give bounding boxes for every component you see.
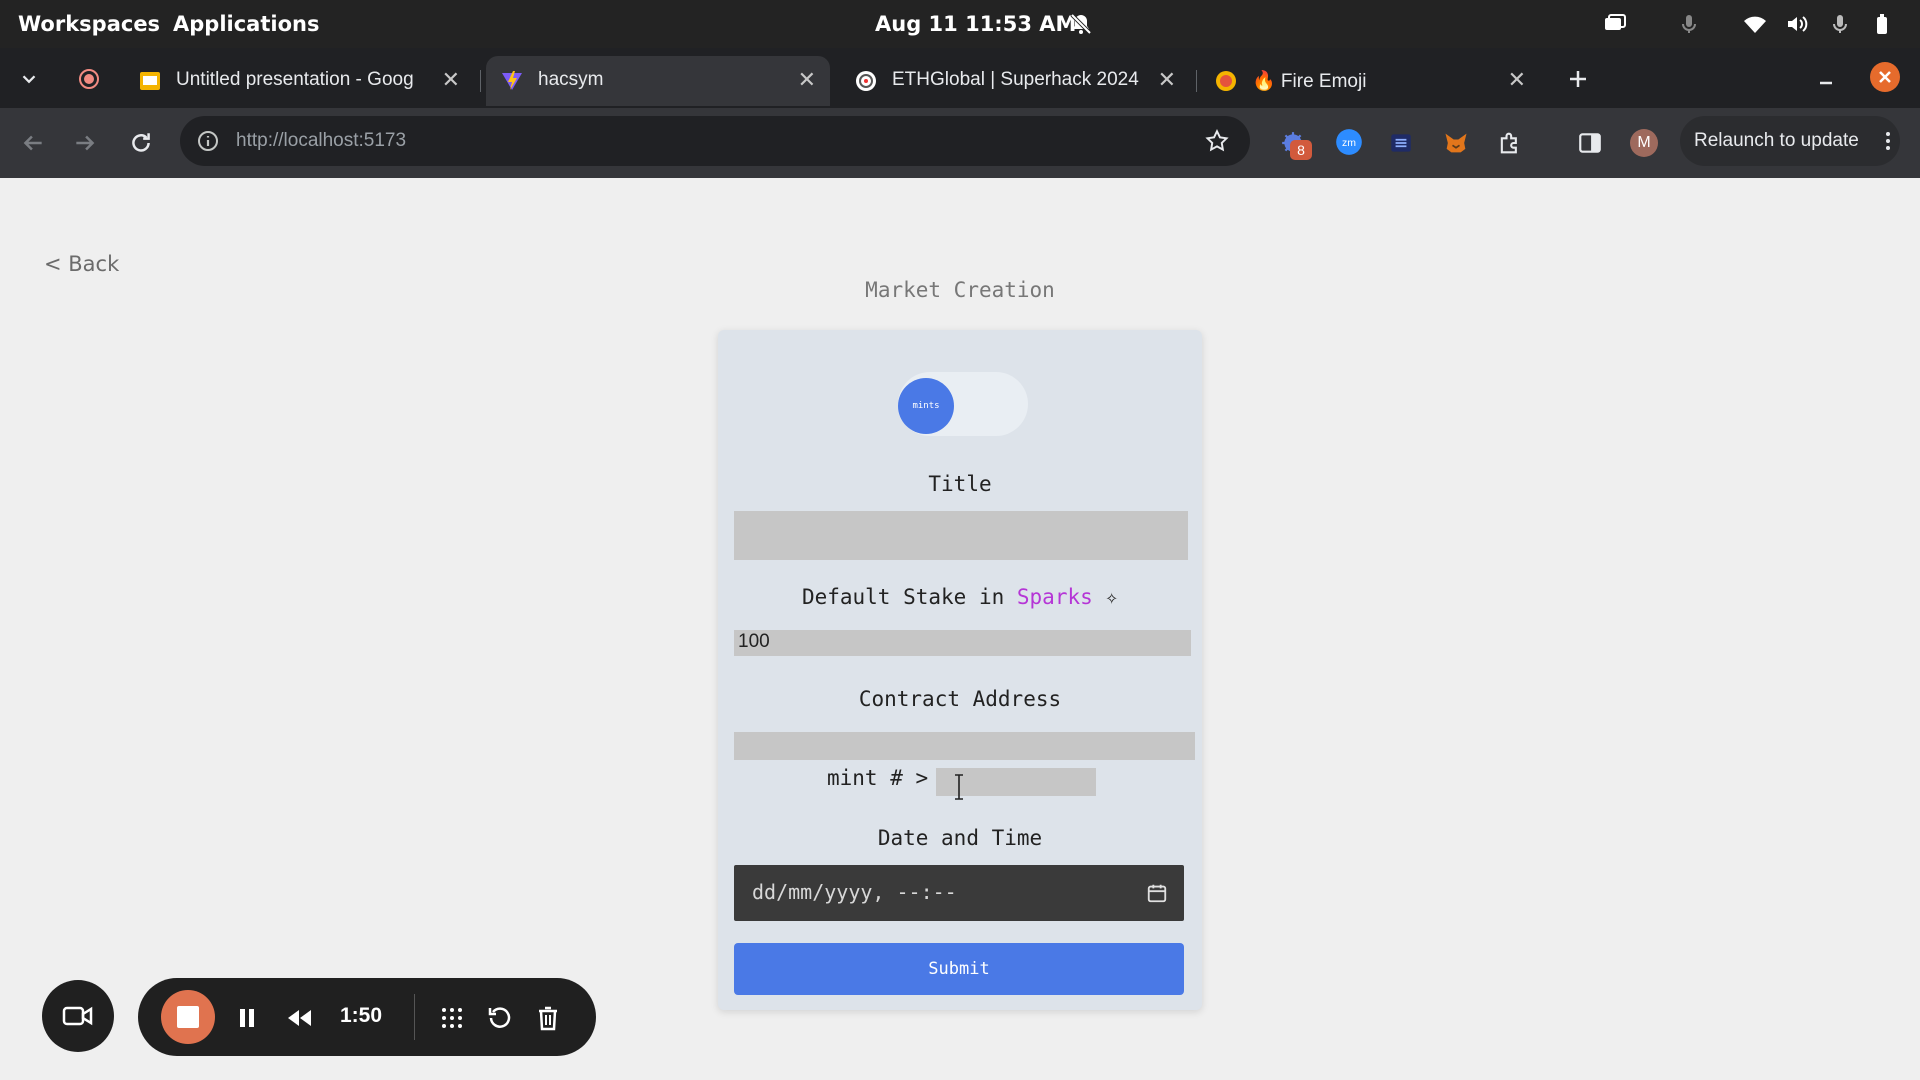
- profile-avatar[interactable]: M: [1630, 129, 1658, 157]
- text-cursor-icon: [955, 774, 963, 800]
- url-text[interactable]: http://localhost:5173: [236, 130, 406, 152]
- relaunch-label: Relaunch to update: [1694, 130, 1859, 151]
- new-tab-icon[interactable]: [1566, 67, 1590, 91]
- date-time-input[interactable]: dd/mm/yyyy, --:--: [734, 865, 1184, 921]
- grid-dots-icon[interactable]: [438, 1004, 466, 1032]
- extension-badge-icon[interactable]: 8: [1280, 130, 1312, 160]
- forward-arrow-icon[interactable]: [72, 130, 98, 156]
- slides-icon: [140, 72, 160, 90]
- contract-address-label: Contract Address: [858, 687, 1062, 711]
- bookmark-star-icon[interactable]: [1204, 128, 1230, 154]
- tab-untitled-presentation[interactable]: Untitled presentation - Goog ✕: [124, 56, 474, 106]
- stake-label-prefix: Default Stake in: [801, 585, 1017, 609]
- extension-count-badge: 8: [1290, 140, 1312, 160]
- microphone-icon[interactable]: [1828, 12, 1852, 36]
- clock[interactable]: Aug 11 11:53 AM: [875, 0, 1076, 48]
- contract-address-input[interactable]: [734, 732, 1195, 760]
- microphone-icon[interactable]: [1677, 12, 1701, 36]
- side-panel-icon[interactable]: [1577, 130, 1603, 156]
- battery-icon[interactable]: [1870, 12, 1894, 36]
- minimize-icon[interactable]: [1814, 67, 1838, 91]
- volume-icon[interactable]: [1785, 12, 1809, 36]
- browser-toolbar: http://localhost:5173 8 zm M Relaunch to…: [0, 108, 1920, 178]
- date-time-label: Date and Time: [877, 826, 1043, 850]
- notifications-off-icon[interactable]: [1069, 12, 1093, 36]
- page-title: Market Creation: [865, 278, 1055, 302]
- tab-title: Untitled presentation - Goog: [176, 69, 414, 90]
- sparks-sparkle-icon: ✧: [1092, 585, 1119, 609]
- title-input[interactable]: [734, 511, 1188, 560]
- more-vert-icon[interactable]: [1876, 129, 1900, 153]
- mints-toggle-knob[interactable]: mints: [898, 378, 954, 434]
- stake-value: 100: [738, 631, 770, 652]
- zoom-extension-icon[interactable]: zm: [1335, 128, 1363, 156]
- submit-button[interactable]: Submit: [734, 943, 1184, 995]
- pause-icon[interactable]: [233, 1004, 261, 1032]
- video-camera-icon: [62, 1006, 93, 1026]
- stop-recording-button[interactable]: [161, 990, 215, 1044]
- close-icon[interactable]: ✕: [798, 68, 816, 92]
- recording-indicator-icon[interactable]: [77, 67, 101, 91]
- restart-icon[interactable]: [486, 1004, 514, 1032]
- back-link[interactable]: < Back: [44, 252, 119, 276]
- close-icon[interactable]: ✕: [1158, 68, 1176, 92]
- svg-text:zm: zm: [1342, 137, 1356, 149]
- title-label: Title: [928, 472, 992, 496]
- rewind-icon[interactable]: [285, 1004, 313, 1032]
- vite-icon: [502, 71, 522, 90]
- emoji-icon: [1216, 71, 1236, 91]
- tab-search-chevron-icon[interactable]: [18, 68, 40, 90]
- site-info-icon[interactable]: [196, 129, 220, 153]
- default-stake-label: Default Stake in Sparks ✧: [718, 585, 1202, 609]
- tab-divider: [1196, 70, 1197, 92]
- camera-toggle-button[interactable]: [42, 980, 114, 1052]
- applications-menu[interactable]: Applications: [173, 0, 319, 48]
- address-bar[interactable]: http://localhost:5173: [180, 116, 1250, 166]
- screen-share-icon[interactable]: [1603, 12, 1627, 36]
- ethglobal-icon: [856, 71, 876, 91]
- workspaces-menu[interactable]: Workspaces: [18, 0, 160, 48]
- trash-icon[interactable]: [534, 1004, 562, 1032]
- close-icon[interactable]: ✕: [1508, 68, 1526, 92]
- system-top-bar: Workspaces Applications Aug 11 11:53 AM: [0, 0, 1920, 48]
- wifi-icon[interactable]: [1743, 12, 1767, 36]
- metamask-icon[interactable]: [1442, 129, 1470, 157]
- extensions-puzzle-icon[interactable]: [1496, 129, 1524, 157]
- back-arrow-icon[interactable]: [20, 130, 46, 156]
- mint-number-label: mint # >: [827, 766, 929, 790]
- tab-ethglobal[interactable]: ETHGlobal | Superhack 2024 ✕: [840, 56, 1190, 106]
- tab-fire-emoji[interactable]: 🔥 Fire Emoji ✕: [1200, 56, 1540, 106]
- tab-title: ETHGlobal | Superhack 2024: [892, 69, 1139, 90]
- tab-divider: [480, 70, 481, 92]
- relaunch-to-update-button[interactable]: Relaunch to update: [1680, 116, 1900, 166]
- list-extension-icon[interactable]: [1388, 130, 1414, 156]
- tab-hacsym[interactable]: hacsym ✕: [486, 56, 830, 106]
- tab-strip: Untitled presentation - Goog ✕ hacsym ✕ …: [0, 48, 1920, 108]
- tab-title: hacsym: [538, 69, 604, 90]
- tab-title: 🔥 Fire Emoji: [1252, 71, 1367, 92]
- close-icon[interactable]: ✕: [442, 68, 460, 92]
- reload-icon[interactable]: [128, 130, 154, 156]
- date-time-placeholder: dd/mm/yyyy, --:--: [752, 880, 957, 904]
- recorder-divider: [414, 994, 415, 1040]
- calendar-icon[interactable]: [1146, 882, 1168, 904]
- default-stake-input[interactable]: 100: [734, 630, 1191, 656]
- sparks-currency: Sparks: [1016, 585, 1093, 609]
- recording-timer: 1:50: [340, 1004, 383, 1027]
- close-window-icon[interactable]: [1870, 62, 1900, 92]
